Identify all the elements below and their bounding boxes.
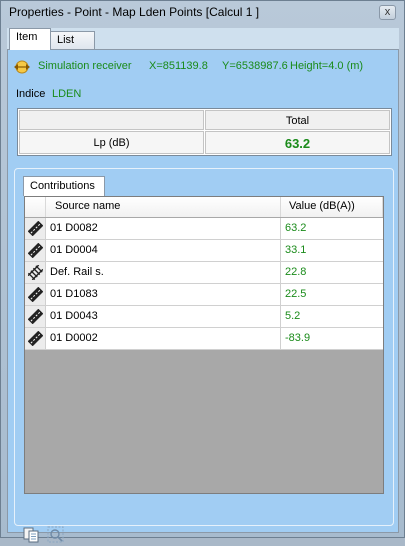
table-row[interactable]: 01 D0002 -83.9 [25, 328, 383, 350]
source-value: 63.2 [281, 218, 383, 240]
indice-label: Indice [16, 88, 46, 100]
result-row-label: Lp (dB) [19, 131, 204, 154]
road-icon [28, 243, 43, 258]
properties-window: Properties - Point - Map Lden Points [Ca… [0, 0, 405, 543]
source-value: 33.1 [281, 240, 383, 262]
title-bar[interactable]: Properties - Point - Map Lden Points [Ca… [1, 1, 404, 23]
source-value: 22.8 [281, 262, 383, 284]
zoom-icon[interactable] [46, 526, 66, 544]
column-header-icon[interactable] [25, 197, 46, 217]
source-name: Def. Rail s. [46, 262, 281, 284]
source-value: 22.5 [281, 284, 383, 306]
contributions-group: Contributions Source name Value (dB(A)) [14, 168, 394, 526]
tab-contributions[interactable]: Contributions [23, 176, 105, 196]
tab-list[interactable]: List [50, 31, 95, 49]
receiver-x: X=851139.8 [149, 60, 208, 72]
copy-icon[interactable] [22, 526, 42, 544]
receiver-height: Height=4.0 (m) [290, 60, 364, 72]
tab-strip: Item List [7, 28, 399, 50]
road-icon [28, 309, 43, 324]
indice-value: LDEN [52, 88, 82, 100]
source-value: 5.2 [281, 306, 383, 328]
result-header-empty [19, 110, 204, 130]
receiver-icon [14, 60, 30, 74]
source-value: -83.9 [281, 328, 383, 350]
result-header-total: Total [205, 110, 390, 130]
bottom-toolbar [22, 526, 82, 546]
source-name: 01 D0004 [46, 240, 281, 262]
table-row[interactable]: 01 D0004 33.1 [25, 240, 383, 262]
table-row[interactable]: Def. Rail s. 22.8 [25, 262, 383, 284]
road-icon [28, 331, 43, 346]
item-panel: Simulation receiver X=851139.8 Y=6538987… [7, 49, 399, 543]
source-name: 01 D0082 [46, 218, 281, 240]
receiver-y: Y=6538987.6 [222, 60, 288, 72]
close-button[interactable]: x [379, 5, 396, 20]
table-row[interactable]: 01 D0082 63.2 [25, 218, 383, 240]
source-name: 01 D1083 [46, 284, 281, 306]
table-row[interactable]: 01 D1083 22.5 [25, 284, 383, 306]
rail-icon [28, 265, 43, 280]
receiver-name: Simulation receiver [38, 60, 132, 72]
column-header-source-name[interactable]: Source name [46, 197, 281, 217]
source-name: 01 D0002 [46, 328, 281, 350]
source-name: 01 D0043 [46, 306, 281, 328]
table-row[interactable]: 01 D0043 5.2 [25, 306, 383, 328]
window-client: Item List Simulation receiver X=851139.8… [7, 28, 399, 543]
result-table: Total Lp (dB) 63.2 [17, 108, 392, 156]
road-icon [28, 221, 43, 236]
receiver-row: Simulation receiver X=851139.8 Y=6538987… [14, 59, 394, 75]
contributions-grid[interactable]: Source name Value (dB(A)) 01 D0082 63.2 [24, 196, 384, 494]
road-icon [28, 287, 43, 302]
window-title: Properties - Point - Map Lden Points [Ca… [9, 5, 260, 19]
grid-header: Source name Value (dB(A)) [25, 197, 383, 217]
column-header-value[interactable]: Value (dB(A)) [281, 197, 383, 217]
result-row-value: 63.2 [205, 131, 390, 154]
tab-item[interactable]: Item [9, 28, 51, 50]
